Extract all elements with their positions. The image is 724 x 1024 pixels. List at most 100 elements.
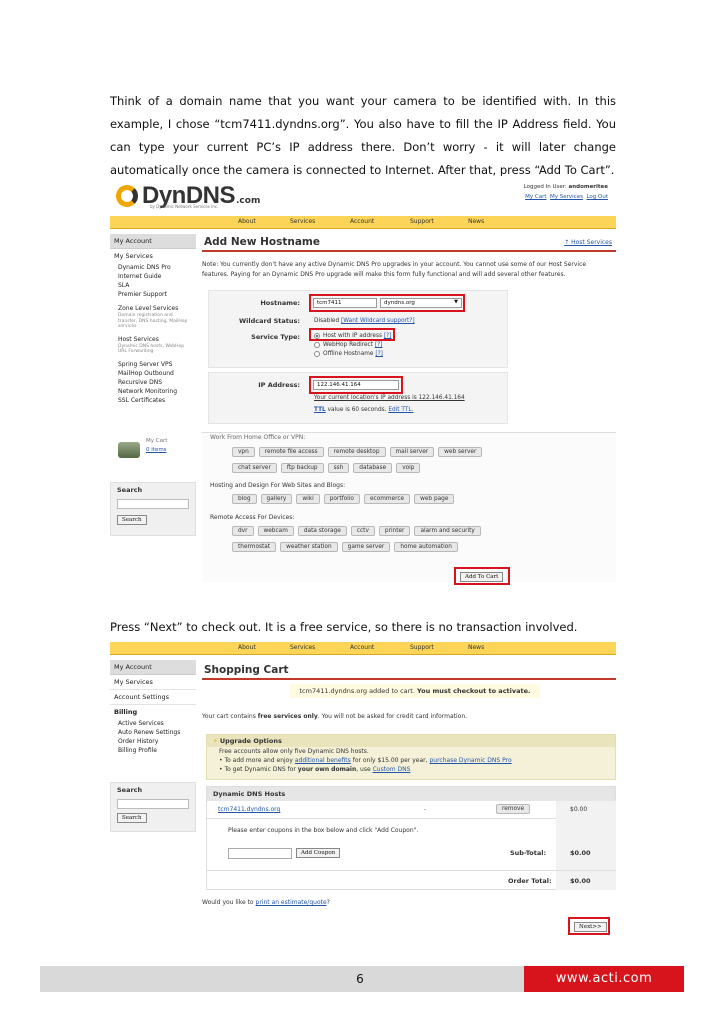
nav-support[interactable]: Support xyxy=(410,644,434,651)
sidebar-item-mailhop[interactable]: MailHop Outbound xyxy=(110,369,196,378)
edit-ttl-link[interactable]: Edit TTL. xyxy=(388,407,413,413)
sidebar-item-vps[interactable]: Spring Server VPS xyxy=(110,360,196,369)
custom-dns-link[interactable]: Custom DNS xyxy=(373,766,411,773)
additional-benefits-link[interactable]: additional benefits xyxy=(295,757,351,764)
nav-about[interactable]: About xyxy=(238,644,256,651)
nav-about[interactable]: About xyxy=(238,218,256,225)
sidebar-item-billing-profile[interactable]: Billing Profile xyxy=(110,746,196,755)
tag-button[interactable]: home automation xyxy=(394,542,458,552)
dns-hosts-table: Dynamic DNS Hosts xyxy=(206,786,616,890)
footer-website[interactable]: www.acti.com xyxy=(524,966,684,992)
coupon-input[interactable] xyxy=(228,848,292,859)
host-services-link[interactable]: ↑ Host Services xyxy=(564,239,612,246)
my-services-link[interactable]: My Services xyxy=(550,194,583,200)
sidebar-item-billing[interactable]: Billing xyxy=(110,705,196,719)
cart-items-link[interactable]: 0 items xyxy=(146,447,167,453)
upgrade-line-3: • To get Dynamic DNS for your own domain… xyxy=(219,766,411,773)
tag-button[interactable]: webcam xyxy=(257,526,294,536)
search-button[interactable]: Search xyxy=(117,813,147,823)
search-input[interactable] xyxy=(117,799,189,809)
sidebar-item-ssl[interactable]: SSL Certificates xyxy=(110,396,196,405)
option-offline[interactable]: Offline Hostname [?] xyxy=(314,350,391,359)
sidebar-item-zone-level[interactable]: Zone Level Services xyxy=(110,304,196,313)
nav-services[interactable]: Services xyxy=(290,218,315,225)
tag-button[interactable]: gallery xyxy=(260,494,293,504)
tag-button[interactable]: portfolio xyxy=(323,494,360,504)
tag-button[interactable]: vpn xyxy=(232,447,255,457)
tag-button[interactable]: ftp backup xyxy=(280,463,324,473)
tag-button[interactable]: database xyxy=(353,463,393,473)
tag-button[interactable]: remote desktop xyxy=(327,447,386,457)
tag-button[interactable]: alarm and security xyxy=(414,526,481,536)
purchase-pro-link[interactable]: purchase Dynamic DNS Pro xyxy=(429,757,511,764)
sidebar-item-network-monitoring[interactable]: Network Monitoring xyxy=(110,387,196,396)
sidebar-zone-desc: Domain registration and transfer, DNS ho… xyxy=(118,313,188,329)
sidebar-item-internet-guide[interactable]: Internet Guide xyxy=(110,272,196,281)
my-cart-link[interactable]: My Cart xyxy=(525,194,546,200)
coupon-instructions: Please enter coupons in the box below an… xyxy=(228,827,419,834)
upgrade-options-head: ⚡ Upgrade Options xyxy=(207,735,615,747)
tag-button[interactable]: ecommerce xyxy=(363,494,411,504)
tag-button[interactable]: game server xyxy=(341,542,391,552)
option-webhop[interactable]: WebHop Redirect [?] xyxy=(314,341,391,350)
tag-button[interactable]: remote file access xyxy=(258,447,324,457)
nav-account[interactable]: Account xyxy=(350,644,374,651)
main-nav: About Services Account Support News xyxy=(110,216,616,229)
upgrade-line-2: • To add more and enjoy additional benef… xyxy=(219,757,512,764)
group-hosting-label: Hosting and Design For Web Sites and Blo… xyxy=(210,482,346,489)
sidebar-item-my-services[interactable]: My Services xyxy=(110,675,196,690)
sidebar-item-order-history[interactable]: Order History xyxy=(110,737,196,746)
add-coupon-button[interactable]: Add Coupon xyxy=(296,848,341,858)
sidebar-item-premier-support[interactable]: Premier Support xyxy=(110,290,196,299)
current-ip-hint[interactable]: Your current location's IP address is 12… xyxy=(314,395,465,401)
host-dash: - xyxy=(424,806,427,813)
cart-icon xyxy=(118,442,140,458)
nav-account[interactable]: Account xyxy=(350,218,374,225)
sidebar-item-recursive-dns[interactable]: Recursive DNS xyxy=(110,378,196,387)
sidebar-head[interactable]: My Account xyxy=(110,234,196,249)
tag-button[interactable]: mail server xyxy=(389,447,435,457)
sidebar-head[interactable]: My Account xyxy=(110,660,196,675)
main-content: Shopping Cart xyxy=(202,662,616,680)
sidebar-item-sla[interactable]: SLA xyxy=(110,281,196,290)
tag-button[interactable]: blog xyxy=(232,494,257,504)
log-out-link[interactable]: Log Out xyxy=(586,194,608,200)
tag-button[interactable]: voip xyxy=(396,463,421,473)
radio-icon[interactable] xyxy=(314,341,320,348)
note-text: Note: You currently don't have any activ… xyxy=(202,261,587,278)
tag-button[interactable]: wiki xyxy=(296,494,320,504)
tag-button[interactable]: weather station xyxy=(280,542,338,552)
tag-button[interactable]: data storage xyxy=(297,526,347,536)
sidebar-item-account-settings[interactable]: Account Settings xyxy=(110,690,196,705)
nav-support[interactable]: Support xyxy=(410,218,434,225)
sidebar-section-services[interactable]: My Services xyxy=(110,249,196,263)
nav-services[interactable]: Services xyxy=(290,644,315,651)
tag-row-remote-1: dvr webcam data storage cctv printer ala… xyxy=(232,526,481,536)
tag-button[interactable]: dvr xyxy=(232,526,254,536)
nav-news[interactable]: News xyxy=(468,218,484,225)
sidebar-item-auto-renew[interactable]: Auto Renew Settings xyxy=(110,728,196,737)
host-link[interactable]: tcm7411.dyndns.org xyxy=(218,806,280,813)
tag-button[interactable]: web page xyxy=(414,494,455,504)
sidebar: My Account My Services Account Settings … xyxy=(110,660,196,755)
tag-button[interactable]: cctv xyxy=(350,526,375,536)
remove-button[interactable]: remove xyxy=(496,804,531,814)
sidebar-item-active-services[interactable]: Active Services xyxy=(110,719,196,728)
ttl-link[interactable]: TTL xyxy=(314,407,326,413)
print-estimate-link[interactable]: print an estimate/quote xyxy=(256,899,327,906)
user-box: Logged In User: andomeritee My Cart My S… xyxy=(523,184,608,200)
upgrade-options-box: ⚡ Upgrade Options Free accounts allow on… xyxy=(206,734,616,780)
search-button[interactable]: Search xyxy=(117,515,147,525)
tag-button[interactable]: ssh xyxy=(327,463,350,473)
tag-button[interactable]: web server xyxy=(438,447,483,457)
nav-news[interactable]: News xyxy=(468,644,484,651)
search-input[interactable] xyxy=(117,499,189,509)
cart-widget[interactable]: My Cart 0 items xyxy=(116,438,196,462)
tag-button[interactable]: printer xyxy=(378,526,411,536)
sidebar-item-dyndns-pro[interactable]: Dynamic DNS Pro xyxy=(110,263,196,272)
wildcard-support-link[interactable]: [Want Wildcard support?] xyxy=(341,318,415,324)
tag-button[interactable]: thermostat xyxy=(232,542,277,552)
sidebar-item-host-services[interactable]: Host Services xyxy=(110,335,196,344)
radio-icon[interactable] xyxy=(314,350,320,357)
tag-button[interactable]: chat server xyxy=(232,463,277,473)
